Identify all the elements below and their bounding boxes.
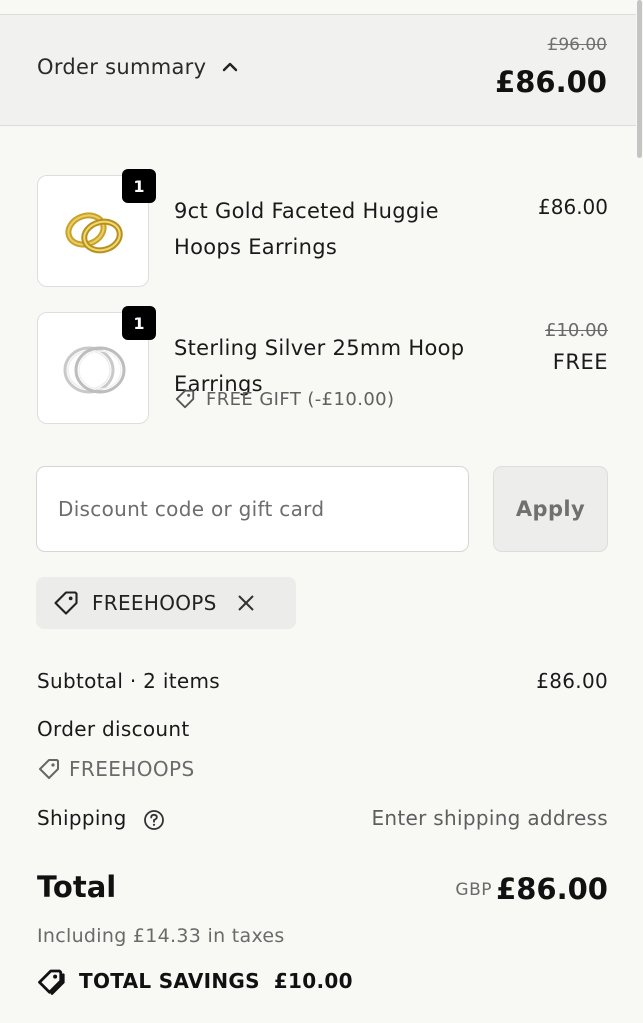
quantity-badge: 1 [122,306,156,340]
total-amount: £86.00 [496,872,608,906]
order-discount-label: Order discount [37,717,190,741]
tag-icon [175,389,195,409]
silver-hoops-image [63,346,126,394]
discount-code-input[interactable] [36,466,469,552]
chevron-up-icon [223,62,238,72]
free-gift-text: FREE GIFT (-£10.00) [206,388,395,410]
order-discount-code-text: FREEHOOPS [69,757,195,781]
order-summary-header[interactable]: Order summary £96.00 £86.00 [0,14,636,126]
gold-hoops-image [65,212,123,254]
total-savings-amount: £10.00 [273,969,353,993]
free-gift-label: FREE GIFT (-£10.00) [174,388,394,410]
original-price: £10.00 [545,320,608,341]
order-discount-row: Order discount [37,717,608,741]
total-savings: TOTAL SAVINGS £10.00 [37,966,353,996]
subtotal-label: Subtotal · 2 items [37,669,220,693]
remove-discount-icon[interactable] [235,592,257,614]
shipping-value: Enter shipping address [371,806,608,830]
quantity-badge: 1 [122,169,156,203]
line-item: 1 Sterling Silver 25mm Hoop Earrings £10… [37,306,608,424]
order-summary-toggle[interactable]: Order summary [37,55,240,79]
help-icon[interactable] [143,809,165,831]
tag-icon [54,591,78,615]
scrollbar[interactable] [636,0,643,1023]
order-summary-label: Order summary [37,55,207,79]
apply-button[interactable]: Apply [493,466,608,552]
scrollbar-thumb[interactable] [637,0,642,158]
taxes-note: Including £14.33 in taxes [37,925,285,947]
tag-icon [39,759,59,779]
shipping-row: Shipping Enter shipping address [37,806,608,831]
shipping-label: Shipping [37,806,127,830]
total-label: Total [37,870,117,904]
header-total: £86.00 [495,65,607,99]
subtotal-row: Subtotal · 2 items £86.00 [37,669,608,693]
currency-code: GBP [455,880,492,900]
line-item: 1 9ct Gold Faceted Huggie Hoops Earrings… [37,169,608,287]
total-row: Total GBP £86.00 [37,870,608,906]
total-savings-label: TOTAL SAVINGS [79,969,260,993]
product-price: FREE [552,350,608,374]
subtotal-value: £86.00 [536,669,608,693]
order-discount-code: FREEHOOPS [37,757,195,781]
product-name: 9ct Gold Faceted Huggie Hoops Earrings [174,199,439,259]
tags-icon [38,969,65,995]
applied-discount-code: FREEHOOPS [92,591,217,615]
original-total: £96.00 [547,35,607,55]
product-price: £86.00 [538,195,608,219]
applied-discount-chip: FREEHOOPS [36,577,296,629]
